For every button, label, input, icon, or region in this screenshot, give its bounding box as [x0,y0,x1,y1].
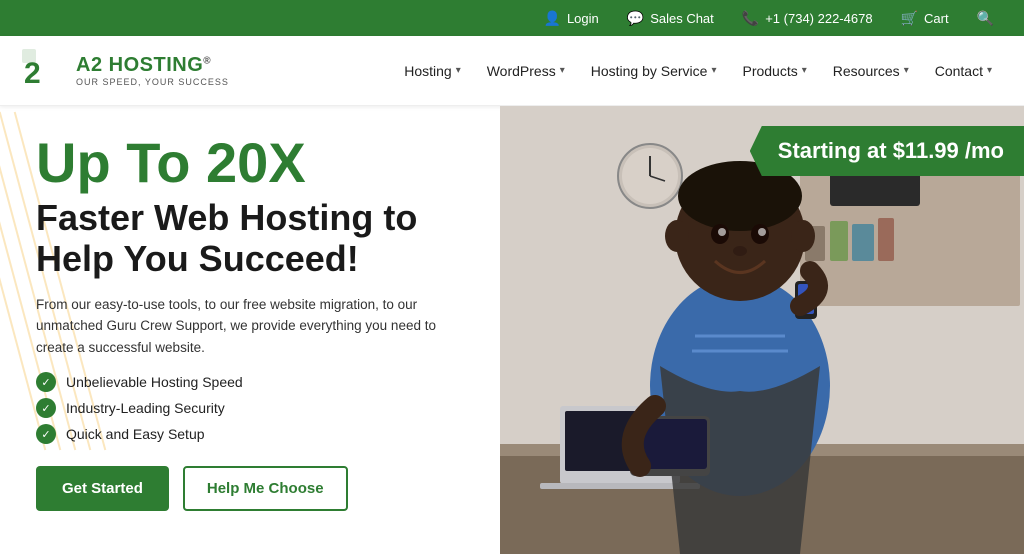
cart-label: Cart [924,11,949,26]
login-link[interactable]: 👤 Login [544,10,599,27]
search-link[interactable]: 🔍 [977,10,994,27]
top-bar: 👤 Login 💬 Sales Chat 📞 +1 (734) 222-4678… [0,0,1024,36]
chat-icon: 💬 [627,10,644,27]
hero-image-bg: LATTE MENU [500,106,1024,554]
get-started-button[interactable]: Get Started [36,466,169,511]
check-icon: ✓ [36,398,56,418]
hero-right: LATTE MENU [500,106,1024,554]
main-content: Up To 20X Faster Web Hosting to Help You… [0,106,1024,554]
price-text: Starting at $11.99 /mo [778,138,1004,163]
sales-chat-label: Sales Chat [650,11,714,26]
cta-buttons: Get Started Help Me Choose [36,466,464,511]
search-icon: 🔍 [977,10,994,27]
nav-item-hosting-by-service[interactable]: Hosting by Service ▾ [579,57,729,85]
nav-item-wordpress[interactable]: WordPress ▾ [475,57,577,85]
nav-item-resources[interactable]: Resources ▾ [821,57,921,85]
nav-item-hosting[interactable]: Hosting ▾ [392,57,473,85]
hero-description: From our easy-to-use tools, to our free … [36,294,456,359]
nav-item-products[interactable]: Products ▾ [730,57,818,85]
chevron-down-icon: ▾ [904,65,909,76]
logo-text: A2 HOSTING® OUR SPEED, YOUR SUCCESS [76,54,229,87]
hero-content: Up To 20X Faster Web Hosting to Help You… [36,134,464,511]
feature-item: ✓ Quick and Easy Setup [36,424,464,444]
check-icon: ✓ [36,372,56,392]
chevron-down-icon: ▾ [987,65,992,76]
chevron-down-icon: ▾ [456,65,461,76]
chevron-down-icon: ▾ [802,65,807,76]
price-banner: Starting at $11.99 /mo [750,126,1024,176]
cart-icon: 🛒 [901,10,918,27]
feature-item: ✓ Industry-Leading Security [36,398,464,418]
nav-item-contact[interactable]: Contact ▾ [923,57,1004,85]
phone-link[interactable]: 📞 +1 (734) 222-4678 [742,10,873,27]
chevron-down-icon: ▾ [560,65,565,76]
feature-label: Industry-Leading Security [66,400,225,416]
features-list: ✓ Unbelievable Hosting Speed ✓ Industry-… [36,372,464,444]
sales-chat-link[interactable]: 💬 Sales Chat [627,10,714,27]
phone-number: +1 (734) 222-4678 [765,11,872,26]
hero-left: Up To 20X Faster Web Hosting to Help You… [0,106,500,554]
logo-name: A2 HOSTING® [76,54,229,77]
check-icon: ✓ [36,424,56,444]
feature-item: ✓ Unbelievable Hosting Speed [36,372,464,392]
phone-icon: 📞 [742,10,759,27]
logo-icon: 2 [20,47,68,95]
feature-label: Quick and Easy Setup [66,426,205,442]
cart-link[interactable]: 🛒 Cart [901,10,949,27]
login-label: Login [567,11,599,26]
main-nav: Hosting ▾ WordPress ▾ Hosting by Service… [259,57,1004,85]
help-me-choose-button[interactable]: Help Me Choose [183,466,348,511]
chevron-down-icon: ▾ [711,65,716,76]
hero-title-black: Faster Web Hosting to Help You Succeed! [36,197,464,280]
feature-label: Unbelievable Hosting Speed [66,374,243,390]
logo-tagline: OUR SPEED, YOUR SUCCESS [76,77,229,87]
hero-title-green: Up To 20X [36,134,464,193]
navbar: 2 A2 HOSTING® OUR SPEED, YOUR SUCCESS Ho… [0,36,1024,106]
logo[interactable]: 2 A2 HOSTING® OUR SPEED, YOUR SUCCESS [20,47,229,95]
user-icon: 👤 [544,10,561,27]
